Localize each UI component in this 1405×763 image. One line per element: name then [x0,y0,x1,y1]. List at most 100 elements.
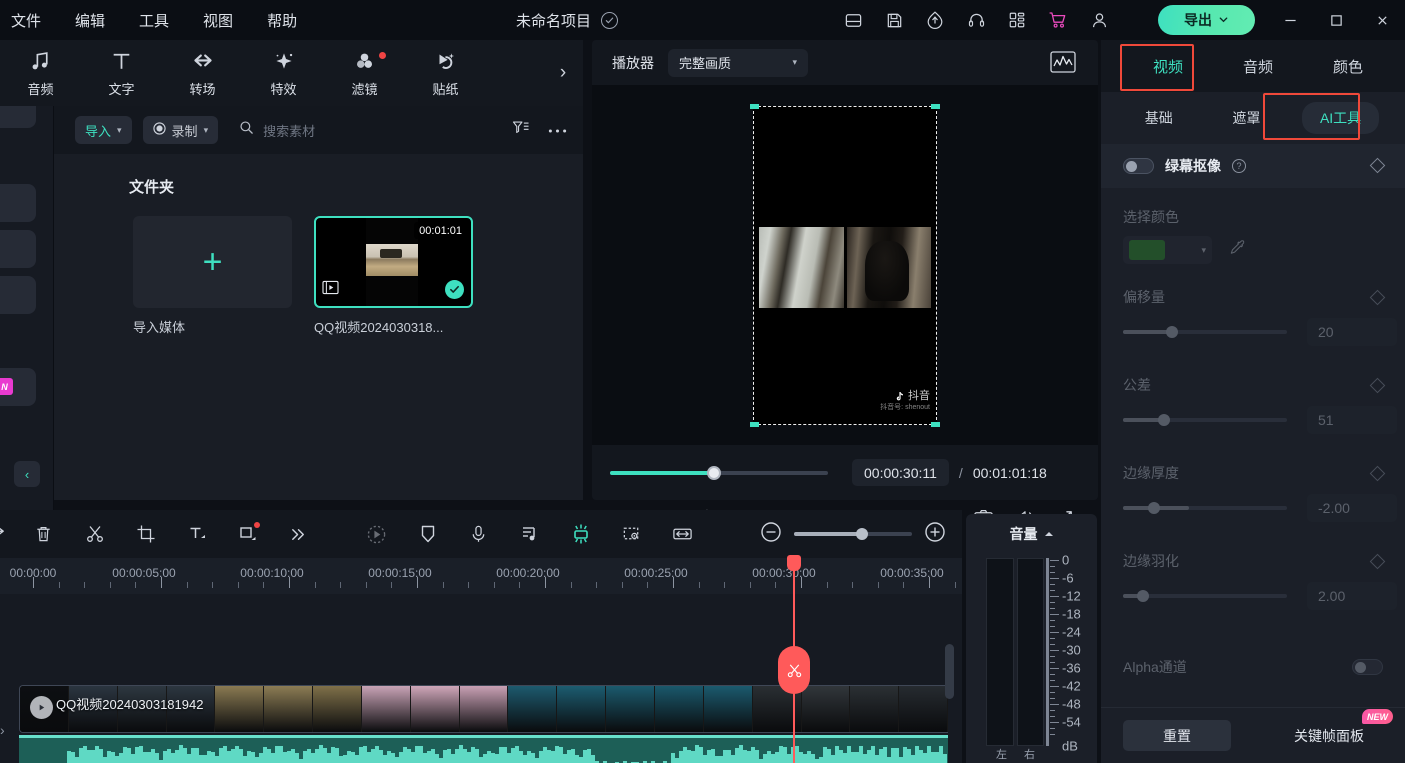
progress-slider[interactable] [610,471,828,475]
handle-top-left[interactable] [750,104,759,109]
chevron-up-icon[interactable] [1044,525,1054,543]
delete-icon[interactable] [18,510,69,558]
keyframe-diamond-icon[interactable] [1370,554,1386,570]
rail-item-3[interactable] [0,230,36,268]
handle-top-right[interactable] [931,104,940,109]
playhead-handle[interactable] [787,555,801,571]
param-value-edge-thickness[interactable]: -2.00 [1307,494,1397,522]
keyframe-panel-button[interactable]: 关键帧面板 NEW [1275,720,1383,751]
search-box[interactable]: 搜索素材 [239,120,315,140]
search-input[interactable]: 搜索素材 [263,121,315,140]
subtab-basic[interactable]: 基础 [1127,102,1191,134]
rail-item-4[interactable] [0,276,36,314]
alpha-channel-toggle[interactable] [1352,659,1383,675]
audio-clip[interactable] [19,735,948,763]
timeline-expand-arrow-icon[interactable]: › [0,722,5,738]
param-slider-edge-thickness[interactable] [1123,506,1287,510]
tab-color[interactable]: 颜色 [1303,56,1393,77]
maximize-button[interactable] [1313,0,1359,40]
handle-bottom-right[interactable] [931,422,940,427]
green-screen-icon[interactable] [606,510,657,558]
keyframe-diamond-icon[interactable] [1370,158,1386,174]
speed-icon[interactable] [351,510,402,558]
tools-expand-button[interactable]: › [549,40,577,106]
microphone-icon[interactable] [453,510,504,558]
import-button[interactable]: 导入 ▾ [75,116,132,144]
menu-edit[interactable]: 编辑 [58,6,122,35]
quality-select[interactable]: 完整画质 ▾ [668,49,808,77]
export-button[interactable]: 导出 [1158,5,1255,35]
tool-effects[interactable]: 特效 [243,40,324,106]
auto-highlight-icon[interactable] [555,510,606,558]
param-value-tolerance[interactable]: 51 [1307,406,1397,434]
current-time[interactable]: 00:00:30:11 [852,459,949,486]
scopes-icon[interactable] [1050,51,1076,78]
green-screen-toggle[interactable] [1123,158,1154,174]
close-button[interactable] [1359,0,1405,40]
collapse-panel-button[interactable]: ‹ [14,461,40,487]
cart-icon[interactable] [1047,9,1069,31]
import-media-dropzone[interactable]: + [133,216,292,308]
redo-icon[interactable] [0,510,18,558]
subtab-ai-tools[interactable]: AI工具 [1302,102,1379,134]
keyframe-diamond-icon[interactable] [1370,290,1386,306]
progress-knob[interactable] [707,466,721,480]
timeline-ruler[interactable]: 00:00:00 00:00:05:00 00:00:10:00 00:00:1… [0,558,962,594]
fit-width-icon[interactable] [657,510,708,558]
tab-video[interactable]: 视频 [1123,56,1213,77]
more-chevrons-icon[interactable] [273,510,324,558]
menu-help[interactable]: 帮助 [250,6,314,35]
playhead[interactable] [793,558,795,763]
menu-file[interactable]: 文件 [0,6,58,35]
param-value-offset[interactable]: 20 [1307,318,1397,346]
more-options-icon[interactable] [548,121,567,139]
filter-sort-icon[interactable] [512,120,530,141]
param-slider-offset[interactable] [1123,330,1287,334]
eyedropper-icon[interactable] [1228,239,1246,262]
slider-knob[interactable] [1137,590,1149,602]
crop-icon[interactable] [120,510,171,558]
color-select[interactable]: ▾ [1123,236,1212,264]
help-icon[interactable]: ? [1232,159,1246,173]
slider-knob[interactable] [1158,414,1170,426]
record-button[interactable]: 录制 ▾ [143,116,219,144]
tool-stickers[interactable]: 贴纸 [405,40,486,106]
tool-filters[interactable]: 滤镜 [324,40,405,106]
zoom-in-icon[interactable] [924,521,946,548]
tool-audio[interactable]: 音频 [0,40,81,106]
account-icon[interactable] [1088,9,1110,31]
audio-meter-header[interactable]: 音量 [966,514,1097,554]
headset-support-icon[interactable] [965,9,987,31]
zoom-out-icon[interactable] [760,521,782,548]
marker-icon[interactable] [402,510,453,558]
param-value-edge-feather[interactable]: 2.00 [1307,582,1397,610]
param-slider-edge-feather[interactable] [1123,594,1287,598]
import-media-card[interactable]: + 导入媒体 [133,216,292,336]
cloud-upload-icon[interactable] [924,9,946,31]
timeline-vertical-scrollbar[interactable] [945,644,954,699]
keyframe-diamond-icon[interactable] [1370,378,1386,394]
menu-view[interactable]: 视图 [186,6,250,35]
subtab-mask[interactable]: 遮罩 [1214,102,1278,134]
slider-knob[interactable] [1148,502,1160,514]
overlay-tool-icon[interactable] [222,510,273,558]
preview-stage[interactable]: 抖音 抖音号: shenout [592,85,1098,445]
menu-tools[interactable]: 工具 [122,6,186,35]
text-tool-icon[interactable] [171,510,222,558]
timeline[interactable]: 00:00:00 00:00:05:00 00:00:10:00 00:00:1… [0,558,962,763]
keyframe-diamond-icon[interactable] [1370,466,1386,482]
slider-knob[interactable] [1166,326,1178,338]
grid-apps-icon[interactable] [1006,9,1028,31]
handle-bottom-left[interactable] [750,422,759,427]
zoom-knob[interactable] [856,528,868,540]
tab-audio[interactable]: 音频 [1213,56,1303,77]
minimize-button[interactable] [1267,0,1313,40]
media-clip-card[interactable]: 00:01:01 QQ视频2024030318... [314,216,473,336]
tool-transition[interactable]: 转场 [162,40,243,106]
timeline-tracks[interactable]: QQ视频20240303181942 › [0,594,962,763]
layout-icon[interactable] [842,9,864,31]
reset-button[interactable]: 重置 [1123,720,1231,751]
media-clip-thumbnail[interactable]: 00:01:01 [314,216,473,308]
save-icon[interactable] [883,9,905,31]
rail-item-2[interactable] [0,184,36,222]
